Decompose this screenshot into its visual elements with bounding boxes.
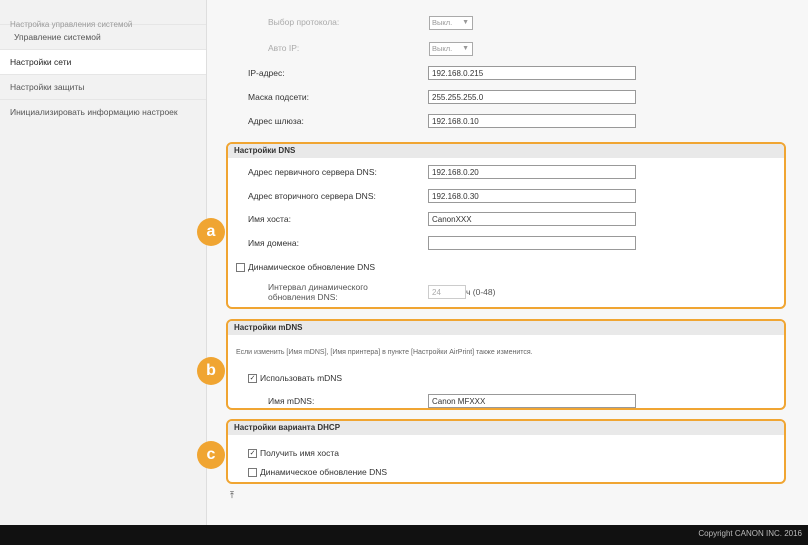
dhcp-gethost-label: Получить имя хоста bbox=[260, 448, 339, 458]
mdns-section-title: Настройки mDNS bbox=[228, 321, 784, 335]
scroll-to-top-icon[interactable]: ⤒ bbox=[230, 490, 234, 501]
mdns-use-checkbox[interactable]: ✓ bbox=[248, 374, 257, 384]
host-name-label: Имя хоста: bbox=[248, 214, 291, 224]
autoip-label: Авто IP: bbox=[268, 43, 300, 53]
protocol-label: Выбор протокола: bbox=[268, 17, 340, 27]
ip-label: IP-адрес: bbox=[248, 68, 285, 78]
mdns-note: Если изменить [Имя mDNS], [Имя принтера]… bbox=[236, 349, 533, 356]
dns-dynamic-update-row[interactable]: Динамическое обновление DNS bbox=[236, 262, 376, 273]
dhcp-section-title: Настройки варианта DHCP bbox=[228, 421, 784, 435]
host-name-field[interactable] bbox=[428, 212, 636, 226]
dhcp-gethost-row[interactable]: ✓ Получить имя хоста bbox=[248, 448, 339, 459]
dns-secondary-field[interactable] bbox=[428, 189, 636, 203]
sidebar-item-initialize-settings[interactable]: Инициализировать информацию настроек bbox=[0, 99, 206, 135]
dns-interval-label-line1: Интервал динамического bbox=[268, 282, 368, 292]
subnet-mask-field[interactable] bbox=[428, 90, 636, 104]
dhcp-dns-update-label: Динамическое обновление DNS bbox=[260, 467, 388, 477]
dns-interval-unit: ч (0-48) bbox=[466, 287, 496, 297]
callout-badge-a: a bbox=[197, 218, 225, 246]
domain-name-label: Имя домена: bbox=[248, 238, 299, 248]
ip-address-field[interactable] bbox=[428, 66, 636, 80]
dns-primary-label: Адрес первичного сервера DNS: bbox=[248, 167, 377, 177]
chevron-down-icon: ▼ bbox=[462, 19, 469, 26]
copyright-text: Copyright CANON INC. 2016 bbox=[698, 529, 802, 538]
callout-badge-c: c bbox=[197, 441, 225, 469]
dns-interval-label: Интервал динамического обновления DNS: bbox=[268, 282, 368, 302]
mdns-use-row[interactable]: ✓ Использовать mDNS bbox=[248, 373, 343, 384]
chevron-down-icon: ▼ bbox=[462, 45, 469, 52]
dns-dynamic-update-label: Динамическое обновление DNS bbox=[248, 262, 376, 272]
autoip-select[interactable]: Выкл. ▼ bbox=[429, 42, 473, 56]
sidebar: Настройка управления системой Управление… bbox=[0, 0, 207, 525]
mdns-name-field[interactable] bbox=[428, 394, 636, 408]
mask-label: Маска подсети: bbox=[248, 92, 309, 102]
dns-interval-field[interactable] bbox=[428, 285, 466, 299]
mdns-use-label: Использовать mDNS bbox=[260, 373, 343, 383]
dns-secondary-label: Адрес вторичного сервера DNS: bbox=[248, 191, 376, 201]
dhcp-dns-update-checkbox[interactable] bbox=[248, 468, 257, 478]
footer: Copyright CANON INC. 2016 bbox=[0, 525, 808, 545]
sidebar-item-network-settings[interactable]: Настройки сети bbox=[0, 49, 206, 74]
callout-badge-b: b bbox=[197, 357, 225, 385]
autoip-select-value: Выкл. bbox=[432, 44, 453, 53]
gateway-address-field[interactable] bbox=[428, 114, 636, 128]
dns-primary-field[interactable] bbox=[428, 165, 636, 179]
domain-name-field[interactable] bbox=[428, 236, 636, 250]
sidebar-header: Настройка управления системой bbox=[10, 20, 133, 29]
protocol-select-value: Выкл. bbox=[432, 18, 453, 27]
dhcp-gethost-checkbox[interactable]: ✓ bbox=[248, 449, 257, 459]
sidebar-item-security-settings[interactable]: Настройки защиты bbox=[0, 74, 206, 99]
dhcp-dns-update-row[interactable]: Динамическое обновление DNS bbox=[248, 467, 388, 478]
protocol-select[interactable]: Выкл. ▼ bbox=[429, 16, 473, 30]
mdns-name-label: Имя mDNS: bbox=[268, 396, 315, 406]
gateway-label: Адрес шлюза: bbox=[248, 116, 304, 126]
dns-section-title: Настройки DNS bbox=[228, 144, 784, 158]
dns-interval-label-line2: обновления DNS: bbox=[268, 292, 338, 302]
dns-dynamic-update-checkbox[interactable] bbox=[236, 263, 245, 273]
